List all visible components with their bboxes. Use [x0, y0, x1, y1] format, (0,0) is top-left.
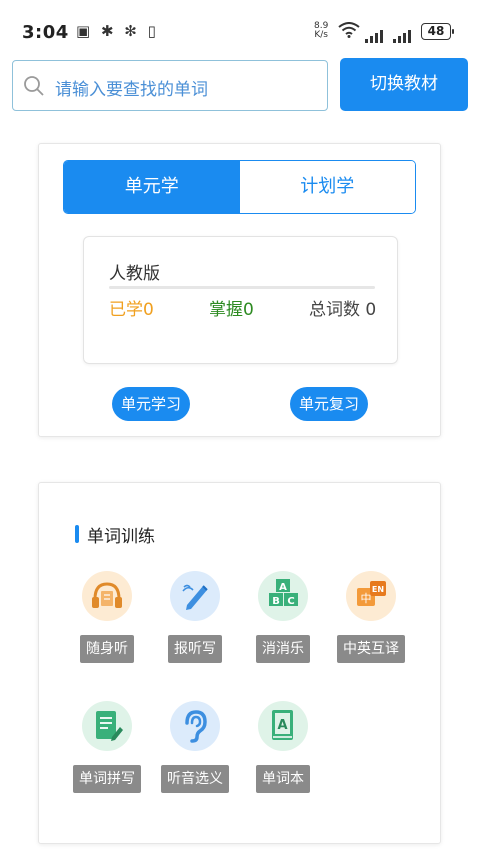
feature-label: 报听写	[168, 635, 222, 663]
search-placeholder: 请输入要查找的单词	[55, 80, 208, 100]
word-book-icon: A	[258, 701, 308, 751]
feature-label: 单词本	[256, 765, 310, 793]
search-input[interactable]: 请输入要查找的单词	[12, 60, 328, 111]
status-bar: 3:04 ▣ ✱ ✻ ▯ 8.9 K/s 48	[0, 0, 478, 60]
document-pen-icon	[82, 701, 132, 751]
notification-icons: ▣ ✱ ✻ ▯	[76, 22, 159, 40]
signal-icon	[365, 24, 385, 43]
block-letter-a: A	[279, 582, 287, 593]
study-card: 单元学 计划学 人教版 已学0 掌握0 总词数 0 单元学习 单元复习	[38, 143, 441, 437]
feature-portable-listen[interactable]: 随身听	[69, 571, 145, 663]
section-title: 单词训练	[75, 522, 155, 547]
feature-label: 听音选义	[161, 765, 229, 793]
feature-dictation[interactable]: 报听写	[157, 571, 233, 663]
status-time: 3:04	[22, 22, 69, 43]
progress-bar	[109, 286, 375, 289]
translate-zh: 中	[361, 592, 372, 605]
headphones-icon	[82, 571, 132, 621]
unit-review-button[interactable]: 单元复习	[290, 387, 368, 421]
signal-icon-2	[393, 24, 413, 43]
feature-label: 随身听	[80, 635, 134, 663]
feature-label: 中英互译	[337, 635, 405, 663]
feature-translate[interactable]: 中 EN 中英互译	[333, 571, 409, 663]
unit-study-button[interactable]: 单元学习	[112, 387, 190, 421]
feature-spelling[interactable]: 单词拼写	[69, 701, 145, 793]
study-mode-tabs: 单元学 计划学	[63, 160, 416, 214]
tab-unit-study[interactable]: 单元学	[64, 161, 240, 213]
battery-icon: 48	[421, 23, 454, 40]
book-letter: A	[277, 718, 287, 733]
wifi-icon	[338, 22, 360, 38]
translate-icon: 中 EN	[346, 571, 396, 621]
block-letter-b: B	[272, 596, 280, 607]
textbook-progress-card[interactable]: 人教版 已学0 掌握0 总词数 0	[83, 236, 398, 364]
block-letter-c: C	[287, 596, 294, 607]
ear-icon	[170, 701, 220, 751]
pencil-icon	[170, 571, 220, 621]
total-word-count: 总词数 0	[309, 300, 377, 320]
word-training-card: 单词训练 随身听 报听写 A B C 消消乐 中 EN 中英互译 单词拼写 听音…	[38, 482, 441, 844]
abc-blocks-icon: A B C	[258, 571, 308, 621]
feature-label: 消消乐	[256, 635, 310, 663]
learned-count: 已学0	[109, 300, 154, 320]
feature-label: 单词拼写	[73, 765, 141, 793]
feature-listen-choose[interactable]: 听音选义	[157, 701, 233, 793]
translate-en: EN	[372, 585, 384, 594]
mastered-count: 掌握0	[209, 300, 254, 320]
switch-textbook-button[interactable]: 切换教材	[340, 58, 468, 111]
textbook-name: 人教版	[109, 264, 160, 284]
search-icon	[24, 76, 44, 96]
feature-match-game[interactable]: A B C 消消乐	[245, 571, 321, 663]
network-speed: 8.9 K/s	[314, 21, 329, 40]
tab-plan-study[interactable]: 计划学	[239, 161, 415, 213]
word-study-screen: 3:04 ▣ ✱ ✻ ▯ 8.9 K/s 48 请输入要查找的单词 切换教材 单…	[0, 0, 478, 850]
feature-word-book[interactable]: A 单词本	[245, 701, 321, 793]
